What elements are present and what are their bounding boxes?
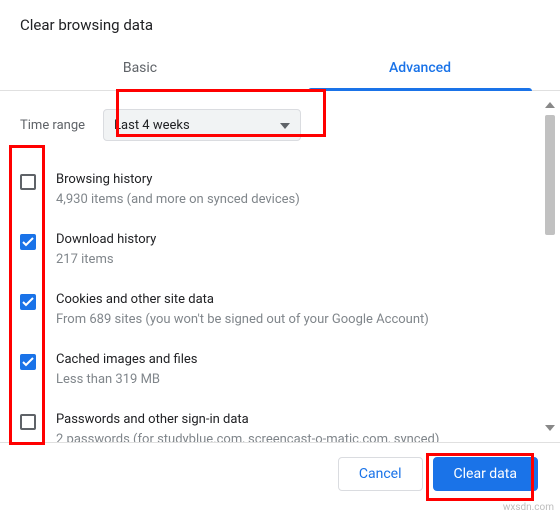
item-title: Cookies and other site data xyxy=(56,291,516,309)
checkbox-cookies[interactable] xyxy=(20,294,36,310)
dialog-title: Clear browsing data xyxy=(0,0,560,42)
dialog-footer: Cancel Clear data xyxy=(0,443,560,505)
clear-data-button[interactable]: Clear data xyxy=(433,457,538,491)
tab-advanced[interactable]: Advanced xyxy=(280,48,560,90)
tab-basic[interactable]: Basic xyxy=(0,48,280,90)
item-sub: 4,930 items (and more on synced devices) xyxy=(56,191,516,209)
checkbox-download-history[interactable] xyxy=(20,234,36,250)
list-item: Cookies and other site data From 689 sit… xyxy=(20,283,516,343)
list-item: Passwords and other sign-in data 2 passw… xyxy=(20,403,516,443)
list-item: Download history 217 items xyxy=(20,223,516,283)
item-sub: Less than 319 MB xyxy=(56,371,516,389)
list-item: Cached images and files Less than 319 MB xyxy=(20,343,516,403)
options-list: Browsing history 4,930 items (and more o… xyxy=(0,163,536,443)
item-title: Passwords and other sign-in data xyxy=(56,411,516,429)
checkbox-browsing-history[interactable] xyxy=(20,174,36,190)
list-item: Browsing history 4,930 items (and more o… xyxy=(20,163,516,223)
time-range-value: Last 4 weeks xyxy=(114,118,190,133)
time-range-select[interactable]: Last 4 weeks xyxy=(103,109,301,141)
watermark: wxsdn.com xyxy=(503,502,554,513)
item-title: Cached images and files xyxy=(56,351,516,369)
time-range-row: Time range Last 4 weeks xyxy=(0,91,536,163)
scroll-down-icon[interactable] xyxy=(542,420,558,436)
item-title: Browsing history xyxy=(56,171,516,189)
item-title: Download history xyxy=(56,231,516,249)
scrollbar[interactable] xyxy=(542,97,558,436)
cancel-button[interactable]: Cancel xyxy=(338,457,423,491)
scroll-area: Time range Last 4 weeks Browsing history… xyxy=(0,91,560,443)
checkbox-passwords[interactable] xyxy=(20,414,36,430)
item-sub: 217 items xyxy=(56,251,516,269)
tabs: Basic Advanced xyxy=(0,48,560,91)
checkbox-cached[interactable] xyxy=(20,354,36,370)
item-sub: 2 passwords (for studyblue.com, screenca… xyxy=(56,431,516,443)
dropdown-icon xyxy=(280,118,290,133)
item-sub: From 689 sites (you won't be signed out … xyxy=(56,311,516,329)
scroll-up-icon[interactable] xyxy=(542,97,558,113)
scroll-thumb[interactable] xyxy=(545,115,555,235)
time-range-label: Time range xyxy=(20,118,85,133)
